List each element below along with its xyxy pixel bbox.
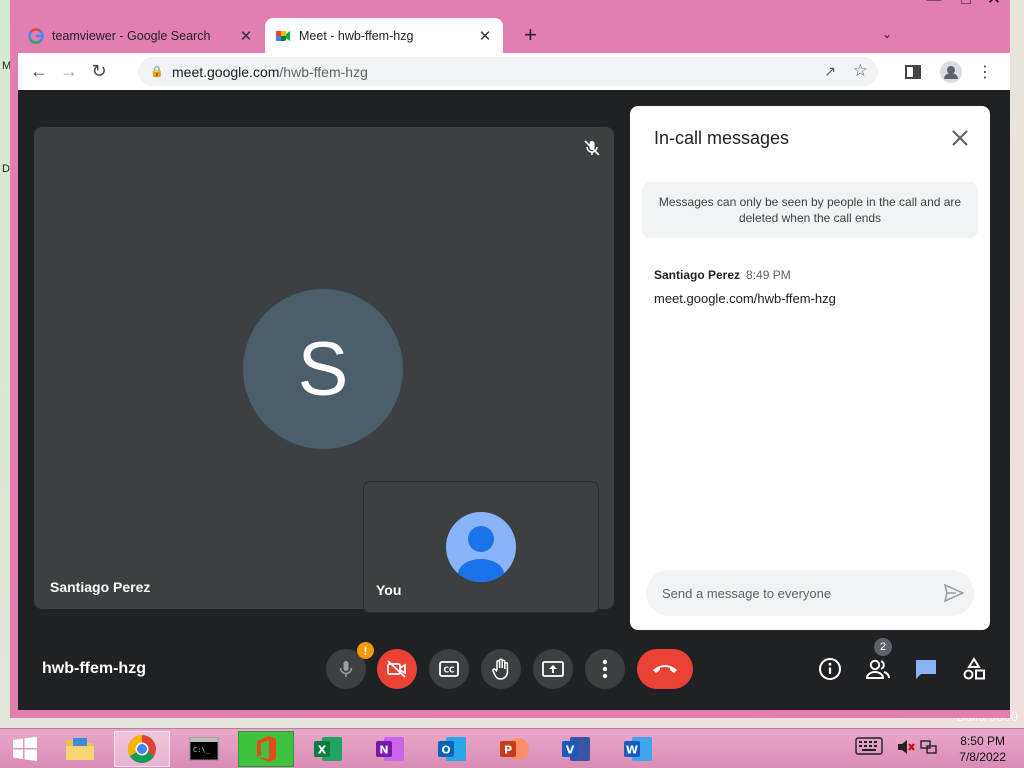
mic-off-icon — [584, 140, 600, 156]
people-button[interactable]: 2 — [863, 638, 893, 684]
windows-taskbar: C:\_ X N O P V W 8:50 PM 7/8/2022 — [0, 728, 1024, 768]
close-panel-icon[interactable] — [948, 126, 972, 150]
closed-captions-icon: CC — [439, 661, 459, 677]
file-explorer-icon[interactable] — [52, 731, 108, 767]
chat-icon — [916, 660, 936, 679]
panel-title: In-call messages — [654, 128, 790, 148]
url-path: /hwb-ffem-hzg — [279, 63, 368, 80]
side-panel-icon[interactable] — [898, 57, 928, 87]
chrome-window: — □ ✕ teamviewer - Google Search ✕ Meet … — [10, 0, 1010, 718]
raise-hand-button[interactable] — [481, 649, 521, 689]
send-icon[interactable] — [934, 573, 974, 613]
google-icon — [28, 27, 44, 44]
chrome-taskbar-icon[interactable] — [114, 731, 170, 767]
system-clock[interactable]: 8:50 PM 7/8/2022 — [959, 733, 1006, 765]
svg-text:V: V — [566, 744, 575, 757]
message-time: 8:49 PM — [746, 268, 791, 282]
message-composer — [646, 570, 974, 616]
participant-name: Santiago Perez — [50, 579, 151, 595]
present-screen-button[interactable] — [533, 649, 573, 689]
people-icon — [865, 659, 890, 679]
tab-search-chevron-icon[interactable]: ⌄ — [882, 27, 892, 41]
back-icon[interactable]: ← — [24, 57, 54, 87]
svg-text:W: W — [626, 744, 638, 757]
present-icon — [542, 661, 564, 677]
captions-button[interactable]: CC — [429, 649, 469, 689]
touch-keyboard-icon[interactable] — [855, 737, 883, 758]
word-icon[interactable]: W — [610, 731, 666, 767]
leave-call-button[interactable] — [637, 649, 693, 689]
tab-label: teamviewer - Google Search — [52, 28, 211, 43]
raise-hand-icon — [492, 658, 509, 680]
command-prompt-icon[interactable]: C:\_ — [176, 731, 232, 767]
svg-text:CC: CC — [443, 666, 455, 675]
message-text[interactable]: meet.google.com/hwb-ffem-hzg — [654, 291, 836, 306]
end-call-icon — [653, 665, 677, 673]
more-vert-icon — [602, 659, 608, 679]
volume-muted-icon[interactable] — [897, 739, 915, 758]
activities-icon — [963, 657, 985, 680]
chat-button[interactable] — [911, 654, 941, 684]
camera-toggle-button[interactable] — [377, 649, 417, 689]
lock-icon: 🔒 — [150, 66, 164, 78]
new-tab-button[interactable]: + — [524, 24, 537, 46]
windows-start-icon[interactable] — [0, 731, 50, 767]
warning-badge: ! — [357, 642, 374, 659]
svg-text:X: X — [318, 744, 327, 757]
close-tab-icon[interactable]: ✕ — [477, 27, 493, 45]
close-tab-icon[interactable]: ✕ — [238, 27, 254, 45]
reload-icon[interactable]: ↻ — [84, 57, 114, 87]
office-icon[interactable] — [238, 731, 294, 767]
powerpoint-icon[interactable]: P — [486, 731, 542, 767]
clock-date: 7/8/2022 — [959, 750, 1006, 764]
outlook-icon[interactable]: O — [424, 731, 480, 767]
tab-meet[interactable]: Meet - hwb-ffem-hzg ✕ — [265, 18, 503, 53]
svg-text:N: N — [379, 744, 388, 757]
tab-strip: teamviewer - Google Search ✕ Meet - hwb-… — [18, 18, 1010, 53]
visio-icon[interactable]: V — [548, 731, 604, 767]
mic-icon — [339, 661, 353, 677]
self-name: You — [376, 582, 402, 598]
url-domain: meet.google.com — [172, 63, 280, 80]
browser-toolbar: ← → ↻ 🔒 meet.google.com/hwb-ffem-hzg ↗ ☆… — [18, 53, 1010, 90]
profile-avatar-icon[interactable] — [936, 57, 966, 87]
google-meet-icon — [276, 30, 290, 41]
close-window-button[interactable]: ✕ — [978, 0, 1010, 14]
minimize-button[interactable]: — — [918, 0, 950, 14]
svg-text:P: P — [504, 744, 512, 757]
clock-time: 8:50 PM — [960, 734, 1005, 748]
in-call-messages-panel: In-call messages Messages can only be se… — [630, 106, 990, 630]
more-options-button[interactable] — [585, 649, 625, 689]
participant-avatar: S — [243, 289, 403, 449]
menu-kebab-icon[interactable]: ⋮ — [970, 57, 1000, 87]
camera-off-icon — [387, 660, 406, 678]
address-bar[interactable]: 🔒 meet.google.com/hwb-ffem-hzg ↗ ☆ — [138, 57, 878, 86]
network-icon[interactable] — [920, 739, 938, 758]
tab-google-search[interactable]: teamviewer - Google Search ✕ — [18, 18, 264, 53]
meet-stage: S Santiago Perez You In-call messages Me… — [18, 90, 1010, 710]
chat-message: Santiago Perez 8:49 PM meet.google.com/hw… — [654, 266, 836, 306]
info-icon — [819, 658, 841, 680]
meeting-code: hwb-ffem-hzg — [42, 660, 146, 677]
message-sender: Santiago Perez — [654, 268, 741, 282]
bookmark-star-icon[interactable]: ☆ — [853, 61, 868, 81]
tab-label: Meet - hwb-ffem-hzg — [299, 28, 414, 43]
excel-icon[interactable]: X — [300, 731, 356, 767]
onenote-icon[interactable]: N — [362, 731, 418, 767]
self-view-tile[interactable]: You — [364, 482, 598, 612]
message-input[interactable] — [662, 585, 934, 601]
svg-text:O: O — [441, 744, 450, 757]
meeting-details-button[interactable] — [815, 654, 845, 684]
forward-icon[interactable]: → — [54, 57, 84, 87]
share-icon[interactable]: ↗ — [824, 63, 836, 80]
participant-count-badge: 2 — [874, 638, 892, 656]
svg-text:C:\_: C:\_ — [193, 746, 211, 754]
privacy-notice: Messages can only be seen by people in t… — [642, 182, 978, 238]
desktop-fragment: D — [2, 163, 10, 175]
self-avatar-icon — [446, 512, 516, 582]
microphone-button[interactable]: ! — [326, 642, 374, 689]
activities-button[interactable] — [959, 654, 989, 684]
